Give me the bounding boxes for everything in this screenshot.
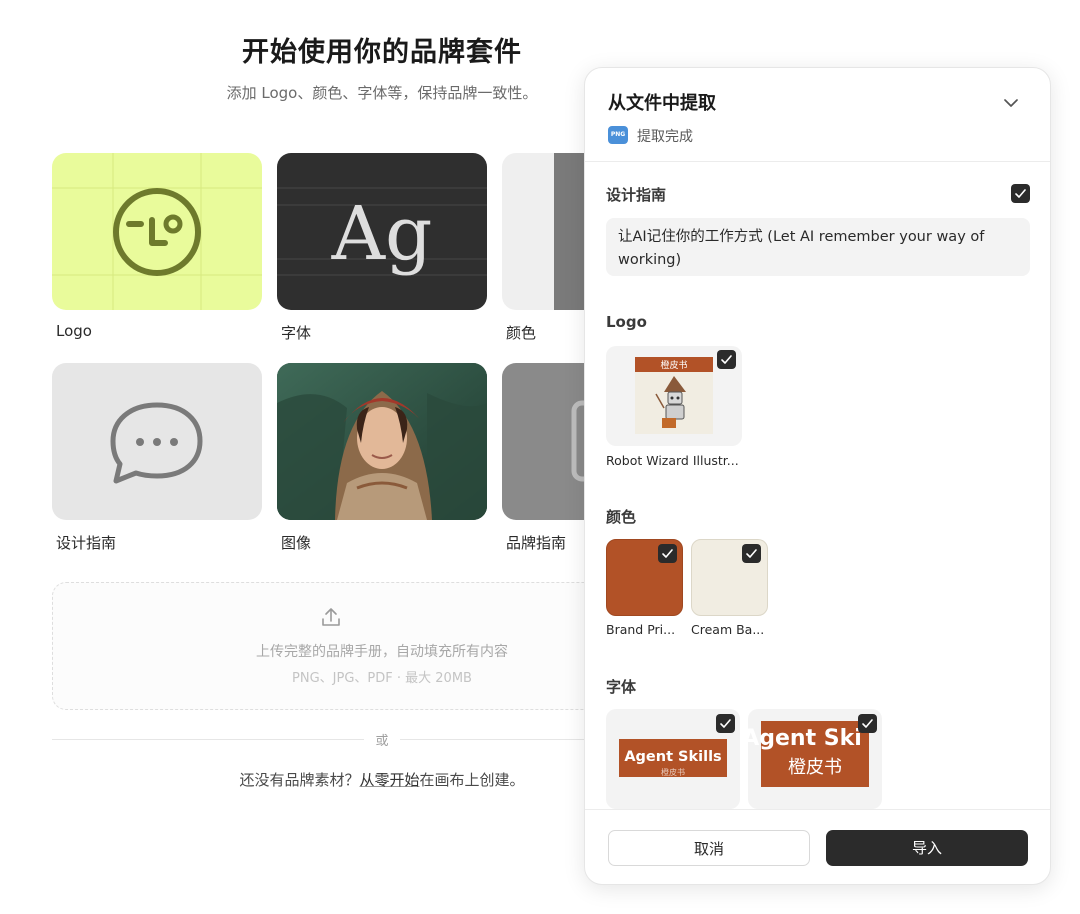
- extract-status: 提取完成: [637, 129, 693, 145]
- guide-text[interactable]: 让AI记住你的工作方式 (Let AI remember your way of…: [606, 218, 1030, 276]
- tile-brand-guide-label: 品牌指南: [506, 534, 567, 552]
- font-glyph: Ag: [331, 191, 433, 277]
- portrait-image: [277, 363, 487, 520]
- import-button[interactable]: 导入: [826, 830, 1028, 866]
- tile-design-guide-label: 设计指南: [56, 534, 117, 552]
- tile-font[interactable]: Ag: [277, 153, 487, 310]
- font-sample-1-text: Agent Skills: [624, 749, 721, 765]
- tile-color-label: 颜色: [506, 324, 537, 342]
- color-brand-name: Brand Pri...: [606, 622, 676, 637]
- color-brand-checkbox[interactable]: [658, 544, 677, 563]
- panel-title: 从文件中提取: [608, 93, 716, 114]
- section-guide-label: 设计指南: [606, 186, 667, 204]
- tile-font-label: 字体: [281, 324, 312, 342]
- color-cream-name: Cream Ba...: [691, 622, 765, 637]
- logo-item-name: Robot Wizard Illustr...: [606, 453, 739, 468]
- panel-header-divider: [585, 161, 1050, 162]
- section-fonts-label: 字体: [606, 678, 637, 696]
- speech-bubble-icon: [110, 402, 203, 484]
- guide-checkbox[interactable]: [1011, 184, 1030, 203]
- logo-mark-icon: [52, 153, 262, 310]
- section-logo-label: Logo: [606, 313, 647, 331]
- divider-or: 或: [375, 734, 389, 749]
- chevron-down-icon[interactable]: [1000, 92, 1022, 114]
- page-title: 开始使用你的品牌套件: [242, 37, 522, 68]
- footer-suffix: 在画布上创建。: [419, 771, 525, 789]
- panel-footer-divider: [585, 809, 1050, 810]
- tile-logo[interactable]: [52, 153, 262, 310]
- cancel-button[interactable]: 取消: [608, 830, 810, 866]
- font-sample-2-sub: 橙皮书: [788, 757, 842, 778]
- section-colors-label: 颜色: [606, 508, 637, 526]
- extract-panel: 从文件中提取 PNG 提取完成 设计指南 让AI记住你的工作方式 (Let AI…: [584, 67, 1051, 885]
- tile-image-label: 图像: [281, 534, 312, 552]
- start-from-scratch-link[interactable]: 从零开始: [359, 771, 419, 789]
- typography-icon: Ag: [277, 187, 487, 277]
- font-sample-1-sub: 橙皮书: [661, 767, 685, 777]
- font-sample-2-text: Agent Ski: [748, 726, 862, 751]
- divider-right: [400, 739, 590, 740]
- tile-design-guide[interactable]: [52, 363, 262, 520]
- logo-item-checkbox[interactable]: [717, 350, 736, 369]
- color-cream-checkbox[interactable]: [742, 544, 761, 563]
- upload-icon: [322, 608, 340, 626]
- font-item-2-checkbox[interactable]: [858, 714, 877, 733]
- footer-prefix: 还没有品牌素材？: [239, 771, 360, 789]
- font-item-1-checkbox[interactable]: [716, 714, 735, 733]
- logo-banner-text: 橙皮书: [660, 359, 687, 371]
- tile-image[interactable]: [277, 363, 487, 520]
- divider-left: [52, 739, 364, 740]
- png-file-icon: PNG: [608, 126, 628, 144]
- tile-logo-label: Logo: [56, 322, 92, 340]
